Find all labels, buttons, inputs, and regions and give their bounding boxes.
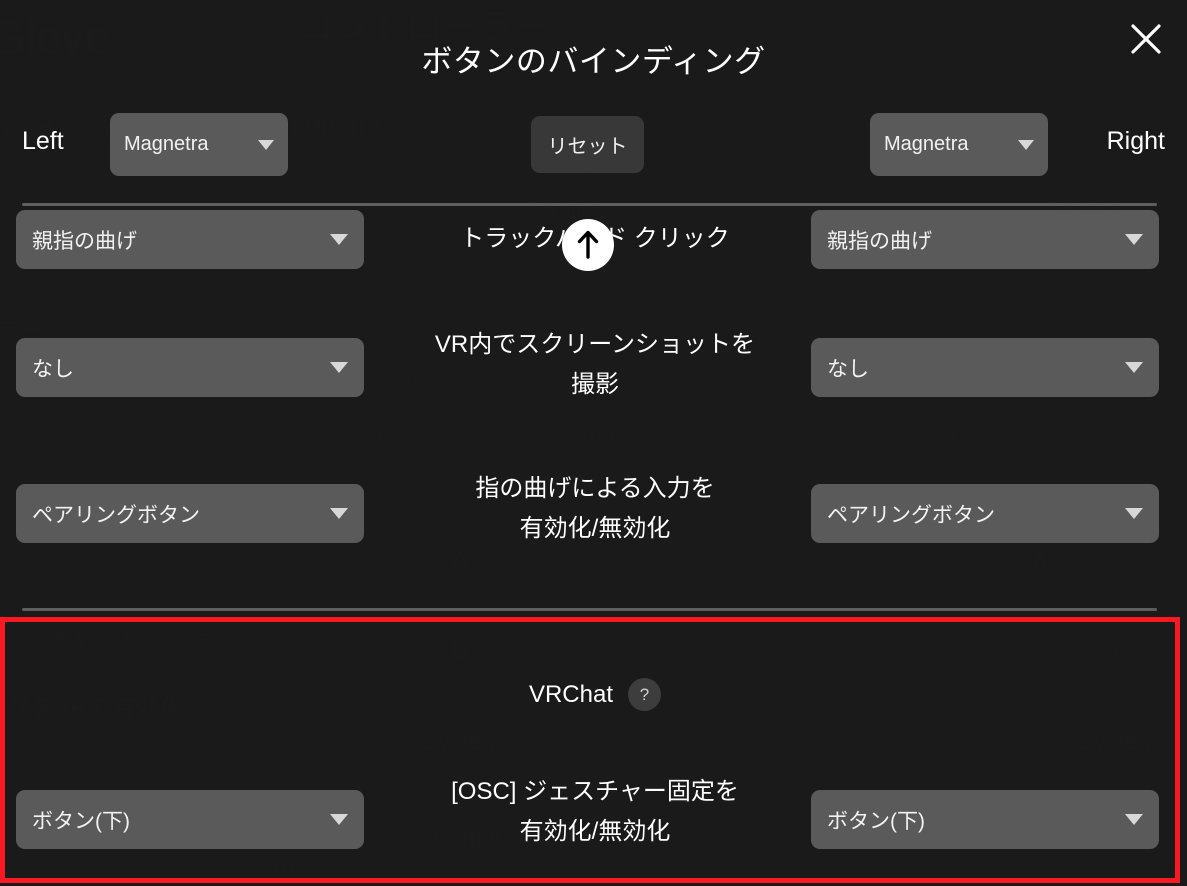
question-mark-icon[interactable]: ? <box>628 678 662 711</box>
chevron-down-icon <box>1018 139 1034 150</box>
right-device-dropdown[interactable]: Magnetra <box>870 113 1048 176</box>
chevron-down-icon <box>330 234 348 245</box>
left-binding-dropdown[interactable]: ペアリングボタン <box>16 484 364 543</box>
right-hand-label: Right <box>1106 127 1165 155</box>
left-binding-value: ペアリングボタン <box>32 503 200 527</box>
chevron-down-icon <box>330 362 348 373</box>
chevron-down-icon <box>330 508 348 519</box>
binding-label: VR内でスクリーンショットを 撮影 <box>434 331 756 398</box>
divider-bottom <box>22 608 1157 611</box>
reset-button[interactable]: リセット <box>531 116 644 173</box>
right-binding-dropdown[interactable]: ボタン(下) <box>811 790 1159 849</box>
chevron-down-icon <box>330 814 348 825</box>
left-binding-value: ボタン(下) <box>32 809 130 833</box>
chevron-down-icon <box>1125 814 1143 825</box>
right-binding-value: なし <box>827 357 869 381</box>
right-binding-value: ボタン(下) <box>827 809 925 833</box>
chevron-down-icon <box>1125 234 1143 245</box>
right-binding-value: ペアリングボタン <box>827 503 995 527</box>
binding-label: [OSC] ジェスチャー固定を 有効化/無効化 <box>451 778 739 845</box>
right-binding-value: 親指の曲げ <box>827 229 932 253</box>
left-binding-value: なし <box>32 357 74 381</box>
right-binding-dropdown[interactable]: ペアリングボタン <box>811 484 1159 543</box>
left-binding-dropdown[interactable]: 親指の曲げ <box>16 210 364 269</box>
chevron-down-icon <box>1125 362 1143 373</box>
left-device-dropdown[interactable]: Magnetra <box>110 113 288 176</box>
left-binding-dropdown[interactable]: なし <box>16 338 364 397</box>
divider-top <box>22 203 1157 206</box>
vrchat-section-title: VRChat <box>528 680 614 708</box>
left-device-value: Magnetra <box>124 133 209 155</box>
right-binding-dropdown[interactable]: なし <box>811 338 1159 397</box>
page-title: ボタンのバインディング <box>421 44 766 79</box>
binding-label: トラックパッド クリック <box>460 225 730 252</box>
button-binding-modal-screen: Glove コントローラー ボタンのバインディング ジョイスティックキャリブレー… <box>0 0 1187 886</box>
right-device-value: Magnetra <box>884 133 969 155</box>
left-hand-label: Left <box>22 127 64 155</box>
binding-label: 指の曲げによる入力を 有効化/無効化 <box>475 475 715 542</box>
chevron-down-icon <box>1125 508 1143 519</box>
chevron-down-icon <box>258 139 274 150</box>
vrchat-section-header: VRChat ? <box>380 678 810 711</box>
left-binding-value: 親指の曲げ <box>32 229 137 253</box>
left-binding-dropdown[interactable]: ボタン(下) <box>16 790 364 849</box>
right-binding-dropdown[interactable]: 親指の曲げ <box>811 210 1159 269</box>
close-icon[interactable] <box>1125 18 1167 60</box>
